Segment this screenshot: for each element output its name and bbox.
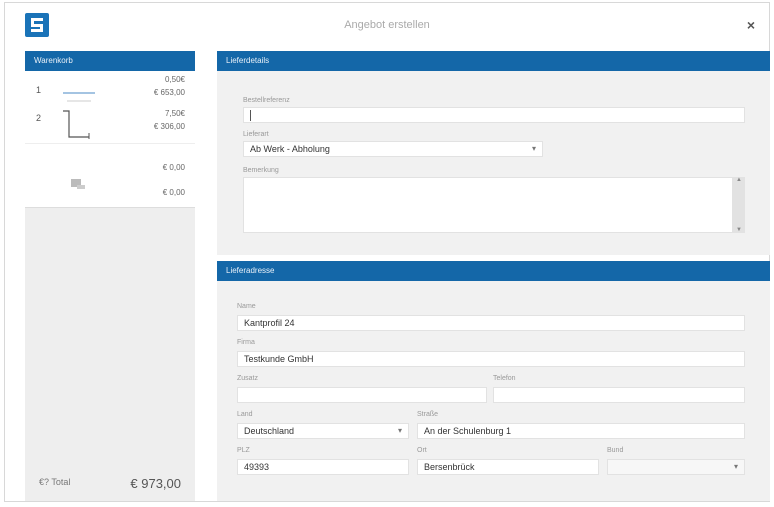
- name-input[interactable]: Kantprofil 24: [237, 315, 745, 331]
- close-icon[interactable]: ×: [747, 17, 755, 33]
- cart-item-2-qty: 7,50€: [164, 109, 185, 118]
- delivery-panel: Lieferdetails Bestellreferenz Lieferart …: [217, 51, 770, 255]
- address-header: Lieferadresse: [217, 261, 770, 281]
- product-thumbnail[interactable]: [59, 107, 99, 143]
- country-select[interactable]: Deutschland: [237, 423, 409, 439]
- cart-header: Warenkorb: [25, 51, 195, 71]
- cart-item-1-price: € 653,00: [153, 88, 185, 97]
- scroll-down-icon[interactable]: ▼: [733, 227, 745, 233]
- company-label: Firma: [237, 339, 255, 346]
- cart-item-2-pos: 2: [36, 113, 42, 123]
- extra2-label: Telefon: [493, 375, 516, 382]
- cart-item-1-qty: 0,50€: [164, 75, 185, 84]
- product-thumbnail[interactable]: [67, 175, 91, 193]
- cart-item-1-pos: 1: [36, 85, 42, 95]
- state-select[interactable]: [607, 459, 745, 475]
- address-panel: Lieferadresse Name Kantprofil 24 Firma T…: [217, 261, 770, 501]
- cart-panel: Warenkorb 1 0,50€ € 653,00 2 7,50€ € 306…: [25, 51, 195, 501]
- state-label: Bund: [607, 447, 624, 454]
- extra1-label: Zusatz: [237, 375, 259, 382]
- name-label: Name: [237, 303, 256, 310]
- total-value: € 973,00: [130, 476, 181, 491]
- note-label: Bemerkung: [243, 167, 279, 174]
- street-label: Straße: [417, 411, 439, 418]
- extra1-input[interactable]: [237, 387, 487, 403]
- zip-input[interactable]: 49393: [237, 459, 409, 475]
- delivery-mode-label: Lieferart: [243, 131, 269, 138]
- city-input[interactable]: Bersenbrück: [417, 459, 599, 475]
- company-input[interactable]: Testkunde GmbH: [237, 351, 745, 367]
- note-scrollbar[interactable]: ▲ ▼: [733, 177, 745, 233]
- city-label: Ort: [417, 447, 427, 454]
- dialog: Angebot erstellen × Warenkorb 1 0,50€ € …: [4, 2, 770, 502]
- note-textarea[interactable]: [243, 177, 733, 233]
- product-thumbnail[interactable]: [55, 85, 105, 105]
- cart-item-3-price: € 0,00: [162, 163, 185, 172]
- order-ref-label: Bestellreferenz: [243, 97, 290, 104]
- delivery-header: Lieferdetails: [217, 51, 770, 71]
- total-label: €? Total: [39, 477, 71, 487]
- cart-item-2-price: € 306,00: [153, 122, 185, 131]
- scroll-up-icon[interactable]: ▲: [733, 177, 745, 183]
- country-label: Land: [237, 411, 253, 418]
- extra2-input[interactable]: [493, 387, 745, 403]
- zip-label: PLZ: [237, 447, 250, 454]
- delivery-mode-select[interactable]: Ab Werk - Abholung: [243, 141, 543, 157]
- cart-items: 1 0,50€ € 653,00 2 7,50€ € 306,00 € 0,00…: [25, 71, 195, 208]
- street-input[interactable]: An der Schulenburg 1: [417, 423, 745, 439]
- order-ref-input[interactable]: [243, 107, 745, 123]
- cart-item-4-price: € 0,00: [162, 188, 185, 197]
- dialog-title: Angebot erstellen: [344, 19, 430, 31]
